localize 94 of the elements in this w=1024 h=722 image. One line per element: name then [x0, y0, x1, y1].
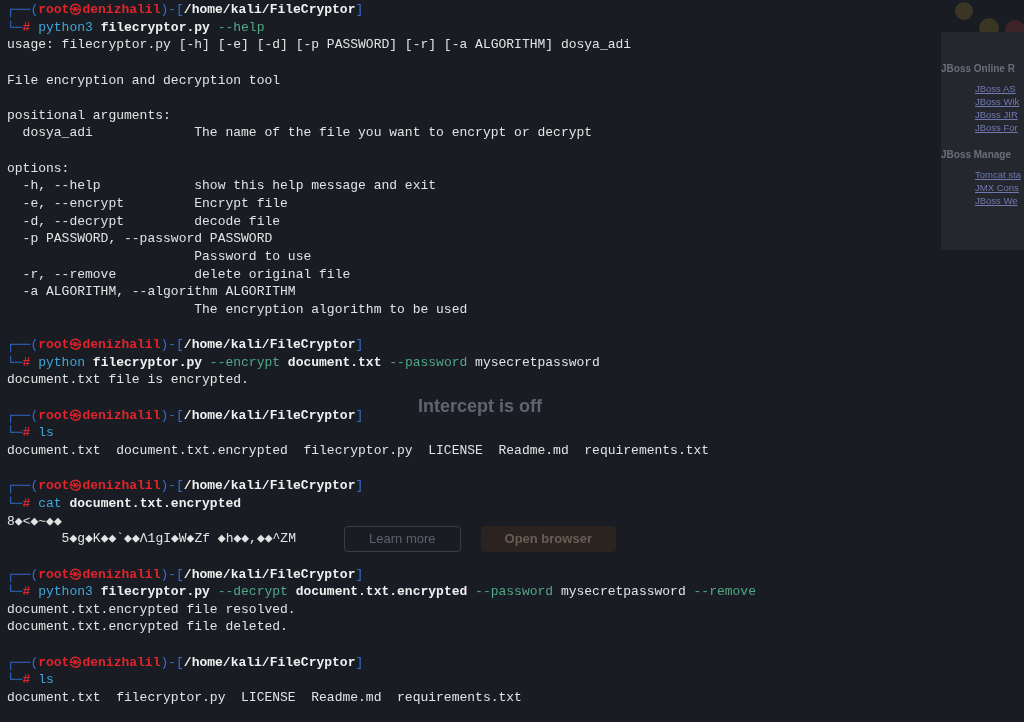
page-link[interactable]: JBoss We	[975, 194, 1018, 207]
prompt-frame: ┌──(	[7, 653, 39, 672]
output-line: File encryption and decryption tool	[7, 71, 281, 90]
command-name: python	[38, 353, 86, 372]
command-name: cat	[38, 494, 62, 513]
prompt-frame: └─	[7, 494, 23, 513]
command-argument: filecryptor.py	[92, 353, 203, 372]
output-line: -r, --remove delete original file	[21, 265, 351, 284]
prompt-frame: ┌──(	[7, 336, 39, 354]
prompt-frame: ]	[355, 406, 364, 425]
command-argument: document.txt	[287, 353, 382, 372]
prompt-path: /home/kali/FileCryptor	[183, 1, 356, 19]
prompt-frame: ]	[355, 653, 364, 672]
command-argument: filecryptor.py	[100, 583, 210, 601]
page-heading: JBoss Online R	[941, 62, 1015, 76]
output-line: document.txt.encrypted file resolved.	[7, 600, 296, 619]
prompt-frame: ]	[355, 336, 364, 354]
prompt-user: root㉿denizhalil	[38, 1, 161, 19]
prompt-frame: └─	[7, 424, 23, 442]
command-name: python3	[38, 583, 93, 601]
command-name: ls	[38, 671, 54, 689]
prompt-frame: )-[	[160, 477, 184, 495]
prompt-symbol: #	[22, 494, 31, 513]
learn-more-button[interactable]: Learn more	[344, 526, 461, 552]
prompt-frame: ┌──(	[7, 477, 39, 495]
command-option: --decrypt	[217, 583, 288, 601]
prompt-frame: )-[	[160, 336, 184, 354]
prompt-user: root㉿denizhalil	[38, 653, 161, 672]
output-line: positional arguments:	[7, 106, 171, 125]
prompt-frame: ]	[355, 477, 364, 495]
page-link[interactable]: JBoss For	[975, 121, 1018, 134]
prompt-frame: └─	[7, 18, 23, 37]
prompt-frame: )-[	[160, 565, 184, 584]
prompt-frame: ┌──(	[7, 565, 39, 584]
prompt-user: root㉿denizhalil	[38, 477, 161, 495]
prompt-user: root㉿denizhalil	[38, 565, 161, 584]
prompt-frame: ]	[355, 1, 364, 19]
command-argument: document.txt.encrypted	[295, 583, 468, 601]
output-line: -p PASSWORD, --password PASSWORD	[21, 230, 273, 248]
command-argument: document.txt.encrypted	[69, 494, 242, 513]
output-line: document.txt filecryptor.py LICENSE Readme.md requirements.txt	[7, 689, 522, 707]
prompt-frame: ┌──(	[7, 1, 39, 19]
command-argument: filecryptor.py	[100, 18, 210, 37]
prompt-frame: )-[	[160, 1, 184, 19]
command-option: --password	[389, 353, 468, 372]
prompt-frame: ┌──(	[7, 406, 39, 425]
page-link[interactable]: Tomcat sta	[975, 168, 1021, 181]
prompt-frame: └─	[7, 671, 23, 689]
prompt-frame: └─	[7, 583, 23, 601]
page-link[interactable]: JBoss AS	[975, 82, 1016, 95]
intercept-title: Intercept is off	[418, 395, 542, 418]
output-line: The encryption algorithm to be used	[193, 300, 468, 319]
command-name: python3	[38, 18, 93, 37]
command-option: --help	[217, 18, 265, 37]
page-link[interactable]: JBoss JIR	[975, 108, 1018, 121]
output-line: -e, --encrypt Encrypt file	[21, 195, 288, 213]
prompt-path: /home/kali/FileCryptor	[183, 653, 356, 672]
output-line: 5◆g◆K◆◆`◆◆Λ1gI◆W◆Zf ◆h◆◆,◆◆^ZM	[60, 530, 296, 548]
output-line: -h, --help show this help message and exit	[21, 177, 437, 196]
output-line: dosya_adi The name of the file you want to encrypt or decrypt	[21, 124, 593, 143]
prompt-symbol: #	[22, 18, 31, 37]
prompt-frame: ]	[355, 565, 364, 584]
output-line: document.txt document.txt.encrypted filecryptor.py LICENSE Readme.md requirements.txt	[7, 442, 710, 460]
prompt-path: /home/kali/FileCryptor	[183, 565, 356, 584]
page-link[interactable]: JBoss Wik	[975, 95, 1020, 108]
command-argument: mysecretpassword	[475, 353, 600, 372]
command-option: --password	[475, 583, 554, 601]
prompt-user: root㉿denizhalil	[38, 336, 161, 354]
open-browser-button[interactable]: Open browser	[480, 526, 616, 552]
output-line: -a ALGORITHM, --algorithm ALGORITHM	[21, 283, 296, 301]
prompt-frame: └─	[7, 353, 23, 372]
page-link[interactable]: JMX Cons	[975, 181, 1019, 194]
prompt-symbol: #	[22, 353, 31, 372]
prompt-path: /home/kali/FileCryptor	[183, 406, 356, 425]
output-line: 8◆<◆~◆◆	[7, 512, 62, 531]
prompt-path: /home/kali/FileCryptor	[183, 336, 356, 354]
prompt-path: /home/kali/FileCryptor	[183, 477, 356, 495]
prompt-symbol: #	[22, 671, 31, 689]
output-line: options:	[7, 159, 70, 178]
command-option: --remove	[693, 583, 756, 601]
prompt-symbol: #	[22, 424, 31, 442]
prompt-frame: )-[	[160, 653, 184, 672]
page-heading: JBoss Manage	[941, 148, 1012, 162]
output-line: -d, --decrypt decode file	[21, 212, 281, 231]
prompt-symbol: #	[22, 583, 31, 601]
prompt-frame: )-[	[160, 406, 184, 425]
command-name: ls	[38, 424, 54, 442]
output-line: document.txt file is encrypted.	[7, 371, 249, 390]
output-line: document.txt.encrypted file deleted.	[7, 618, 288, 637]
output-line: usage: filecryptor.py [-h] [-e] [-d] [-p PASSWORD] [-r] [-a ALGORITHM] dosya_adi	[7, 36, 632, 54]
command-argument: mysecretpassword	[560, 583, 686, 601]
output-line: Password to use	[193, 247, 312, 266]
prompt-user: root㉿denizhalil	[38, 406, 161, 425]
command-option: --encrypt	[209, 353, 281, 372]
